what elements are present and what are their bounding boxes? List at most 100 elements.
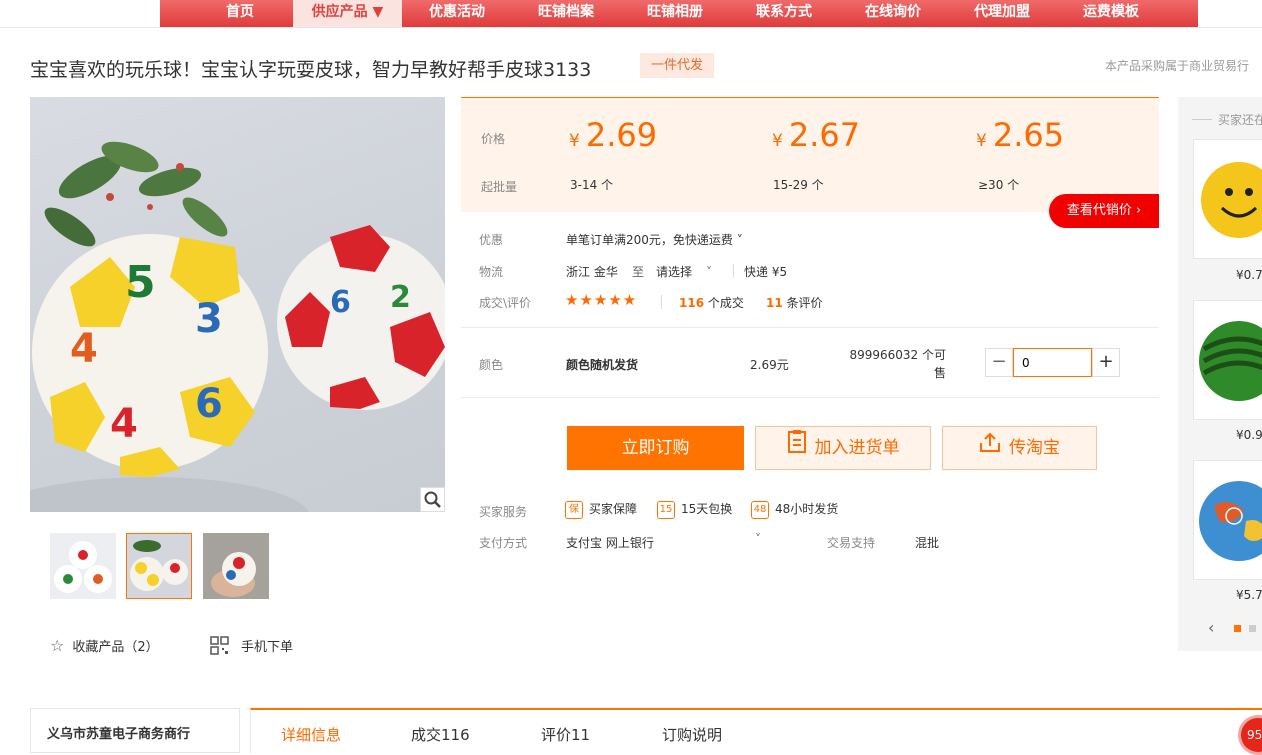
mobile-order-button[interactable]: 手机下单 (210, 636, 293, 659)
upload-taobao-label: 传淘宝 (1009, 438, 1060, 458)
svg-text:6: 6 (330, 285, 351, 320)
payment-methods: 支付宝 网上银行 (566, 536, 654, 550)
product-main-image[interactable]: 6 2 5 3 4 6 4 (30, 97, 445, 512)
related-product-2[interactable] (1193, 300, 1262, 420)
nav-item-agency[interactable]: 代理加盟 (957, 0, 1047, 27)
service-label: 15天包换 (681, 502, 733, 516)
qty-tier-1: 3-14 个 (570, 178, 614, 192)
increase-quantity-button[interactable]: + (1092, 348, 1120, 377)
rating-stars-icon: ★★★★★ (565, 291, 638, 309)
related-price-2: ¥0.9 (1236, 428, 1262, 442)
add-to-cart-button[interactable]: 加入进货单 (755, 426, 931, 470)
deal-count: 116 (679, 296, 705, 310)
related-price-3: ¥5.7 (1236, 588, 1262, 602)
tab-transactions[interactable]: 成交116 (411, 724, 470, 745)
trade-notice: 本产品采购属于商业贸易行 (1105, 59, 1250, 73)
nav-item-shipping-template[interactable]: 运费模板 (1066, 0, 1156, 27)
chevron-down-icon: ˅ (706, 265, 713, 279)
thumbnail-2[interactable] (126, 533, 192, 599)
carousel-dot-active[interactable] (1234, 625, 1241, 632)
qty-tier-2: 15-29 个 (773, 178, 824, 192)
thumbnail-1[interactable] (50, 533, 116, 599)
divider (733, 264, 734, 278)
related-product-3[interactable] (1193, 460, 1262, 580)
svg-text:2: 2 (390, 280, 411, 315)
service-48h-delivery[interactable]: 48 48小时发货 (751, 500, 838, 519)
nav-item-home[interactable]: 首页 (195, 0, 285, 27)
calendar-15-icon: 15 (657, 500, 675, 519)
sku-stock: 899966032 个可售 (849, 348, 946, 380)
related-products-panel: 买家还在 ‹ (1178, 97, 1262, 651)
divider (1192, 119, 1212, 120)
deal-unit: 个成交 (707, 296, 744, 310)
tab-order-notes[interactable]: 订购说明 (662, 724, 722, 745)
svg-text:6: 6 (195, 381, 223, 427)
add-to-cart-label: 加入进货单 (814, 438, 900, 458)
chevron-down-icon[interactable]: ˅ (755, 532, 761, 546)
carousel-dot[interactable] (1249, 625, 1256, 632)
tab-reviews[interactable]: 评价11 (541, 724, 590, 745)
product-photo-illustration: 6 2 5 3 4 6 4 (30, 141, 445, 512)
product-title: 宝宝喜欢的玩乐球！宝宝认字玩耍皮球，智力早教好帮手皮球3133 (30, 59, 592, 81)
svg-text:4: 4 (110, 401, 138, 447)
review-unit: 条评价 (786, 296, 823, 310)
mobile-order-label: 手机下单 (241, 640, 294, 655)
service-label: 48小时发货 (775, 502, 839, 516)
nav-item-inquiry[interactable]: 在线询价 (848, 0, 938, 27)
nav-item-profile[interactable]: 旺铺档案 (521, 0, 611, 27)
clipboard-icon (787, 427, 807, 469)
logistics-label: 物流 (479, 265, 504, 279)
shop-info-box: 义乌市苏童电子商务商行 (30, 708, 240, 753)
sku-price: 2.69元 (750, 358, 789, 372)
related-title: 买家还在 (1218, 113, 1262, 127)
shop-name[interactable]: 义乌市苏童电子商务商行 (47, 723, 190, 742)
favorite-product-button[interactable]: ☆ 收藏产品（2） (50, 636, 159, 655)
nav-divider (0, 27, 1262, 28)
thumbnail-3[interactable] (203, 533, 269, 599)
service-15-day-exchange[interactable]: 15 15天包换 (657, 500, 732, 519)
service-buyer-protection[interactable]: 保买家保障 (565, 500, 637, 519)
related-product-1[interactable] (1193, 139, 1262, 259)
product-thumbnail (1201, 162, 1262, 238)
star-outline-icon: ☆ (50, 636, 65, 655)
review-count: 11 (766, 296, 783, 310)
nav-item-promotions[interactable]: 优惠活动 (412, 0, 502, 27)
services-label: 买家服务 (479, 505, 528, 519)
dropship-tag: 一件代发 (640, 53, 714, 78)
carousel-prev-icon[interactable]: ‹ (1208, 618, 1214, 637)
shipping-to-label: 至 (632, 265, 645, 279)
order-now-button[interactable]: 立即订购 (567, 426, 744, 470)
promo-dropdown[interactable]: 单笔订单满200元，免快递运费 ˅ (566, 231, 743, 248)
tab-details[interactable]: 详细信息 (281, 724, 341, 745)
upload-icon (979, 427, 1001, 469)
promo-label: 优惠 (479, 233, 504, 247)
quantity-input[interactable] (1013, 348, 1092, 377)
destination-select-label: 请选择 (656, 265, 693, 279)
price-label: 价格 (481, 132, 506, 146)
service-label: 买家保障 (589, 502, 638, 516)
quantity-stepper: − + (985, 348, 1121, 377)
thumbnail-image (50, 533, 116, 599)
qty-tier-3: ≥30 个 (978, 178, 1020, 192)
price-panel: 价格 起批量 ¥2.69 ¥2.67 ¥2.65 3-14 个 15-29 个 … (461, 97, 1159, 212)
upload-taobao-button[interactable]: 传淘宝 (942, 426, 1097, 470)
detail-tabs: 详细信息 成交116 评价11 订购说明 (250, 708, 1262, 753)
review-count-link[interactable]: 11 条评价 (766, 294, 823, 311)
deal-count-link[interactable]: 116 个成交 (679, 294, 744, 311)
favorite-label: 收藏产品（2） (72, 640, 159, 655)
svg-text:3: 3 (195, 296, 223, 342)
decrease-quantity-button[interactable]: − (985, 348, 1013, 377)
zoom-icon[interactable] (420, 487, 445, 512)
svg-text:4: 4 (70, 326, 98, 372)
nav-item-album[interactable]: 旺铺相册 (630, 0, 720, 27)
nav-item-contact[interactable]: 联系方式 (739, 0, 829, 27)
deals-label: 成交\评价 (479, 296, 532, 310)
related-price-1: ¥0.7 (1236, 268, 1262, 282)
nav-item-products[interactable]: 供应产品 ▼ (293, 0, 402, 27)
color-label: 颜色 (479, 358, 504, 372)
view-agent-price-button[interactable]: 查看代销价 › (1049, 194, 1159, 228)
min-qty-label: 起批量 (481, 180, 518, 194)
destination-select[interactable]: 请选择 ˅ (656, 263, 712, 280)
shipping-fee: 快递 ¥5 (744, 265, 788, 279)
divider (661, 295, 662, 309)
